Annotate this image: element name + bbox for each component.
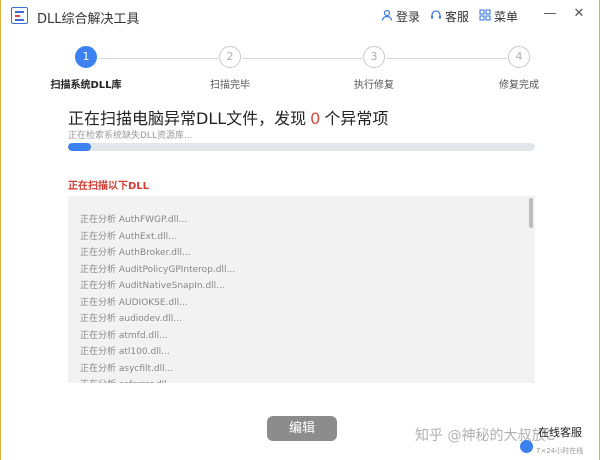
headline-prefix: 正在扫描电脑异常DLL文件，发现 [68, 109, 307, 128]
step-2-label: 扫描完毕 [210, 80, 250, 91]
step-connector [386, 58, 507, 59]
list-item: 正在分析 AuditPolicyGPInterop.dll... [80, 264, 236, 275]
list-item: 正在分析 audiodev.dll... [80, 314, 182, 324]
grid-menu-icon [479, 9, 491, 24]
scan-list-title: 正在扫描以下DLL [68, 181, 150, 192]
step-3-label: 执行修复 [354, 80, 394, 91]
step-4-label: 修复完成 [499, 80, 539, 91]
progress-stepper: 1 2 3 4 扫描系统DLL库 扫描完毕 执行修复 修复完成 [1, 46, 600, 96]
list-item: 正在分析 AuthFWGP.dll... [80, 215, 188, 225]
scan-progress-bar [68, 143, 535, 151]
list-scrollbar[interactable] [529, 198, 533, 228]
menu-button[interactable]: 菜单 [479, 8, 518, 25]
scan-headline: 正在扫描电脑异常DLL文件，发现 0 个异常项 [68, 105, 388, 129]
step-1-indicator: 1 [75, 46, 97, 68]
login-button[interactable]: 登录 [381, 8, 420, 25]
scan-log-list[interactable]: 正在分析 AuthFWGP.dll... 正在分析 AuthExt.dll... 正… [68, 196, 535, 383]
step-3-indicator: 3 [363, 46, 385, 68]
menu-label: 菜单 [494, 10, 519, 24]
online-service-hours: 7×24小时在线 [536, 447, 584, 455]
app-title: DLL综合解决工具 [37, 12, 140, 27]
list-item: 正在分析 AuthExt.dll... [80, 231, 177, 242]
scan-progress-fill [68, 143, 92, 151]
online-service-link[interactable]: 在线客服 [538, 424, 582, 440]
title-bar: DLL综合解决工具 登录 客服 菜单 — ✕ [1, 0, 599, 32]
step-1-label: 扫描系统DLL库 [50, 80, 122, 91]
list-item: 正在分析 AUDIOKSE.dll... [80, 297, 188, 308]
list-item: 正在分析 atl100.dll... [80, 347, 170, 357]
step-2-indicator: 2 [219, 46, 241, 68]
minimize-button[interactable]: — [542, 6, 558, 21]
chat-bubble-icon[interactable] [520, 440, 533, 453]
watermark-text: 知乎 @神秘的大叔放C [415, 428, 556, 444]
headset-icon [430, 9, 442, 24]
service-button[interactable]: 客服 [430, 8, 469, 25]
close-button[interactable]: ✕ [571, 6, 587, 21]
headline-suffix: 个异常项 [324, 109, 389, 128]
list-item: 正在分析 asferror.dll... [80, 377, 175, 383]
login-label: 登录 [396, 10, 421, 24]
step-connector [242, 58, 362, 59]
scan-status-text: 正在检索系统缺失DLL资源库... [68, 131, 193, 141]
service-label: 客服 [445, 10, 470, 24]
list-item: 正在分析 AuditNativeSnapIn.dll... [80, 281, 225, 291]
list-item: 正在分析 asycfilt.dll... [80, 363, 174, 374]
list-item: 正在分析 atmfd.dll... [80, 330, 168, 341]
step-connector [98, 58, 218, 59]
user-icon [381, 9, 393, 24]
step-4-indicator: 4 [508, 46, 530, 68]
found-count: 0 [310, 109, 321, 128]
edit-button[interactable]: 编辑 [267, 416, 337, 441]
app-window: DLL综合解决工具 登录 客服 菜单 — ✕ 1 2 3 4 扫描系统DLL库 … [0, 0, 600, 460]
app-logo-icon [11, 7, 28, 24]
list-item: 正在分析 AuthBroker.dll... [80, 248, 191, 258]
